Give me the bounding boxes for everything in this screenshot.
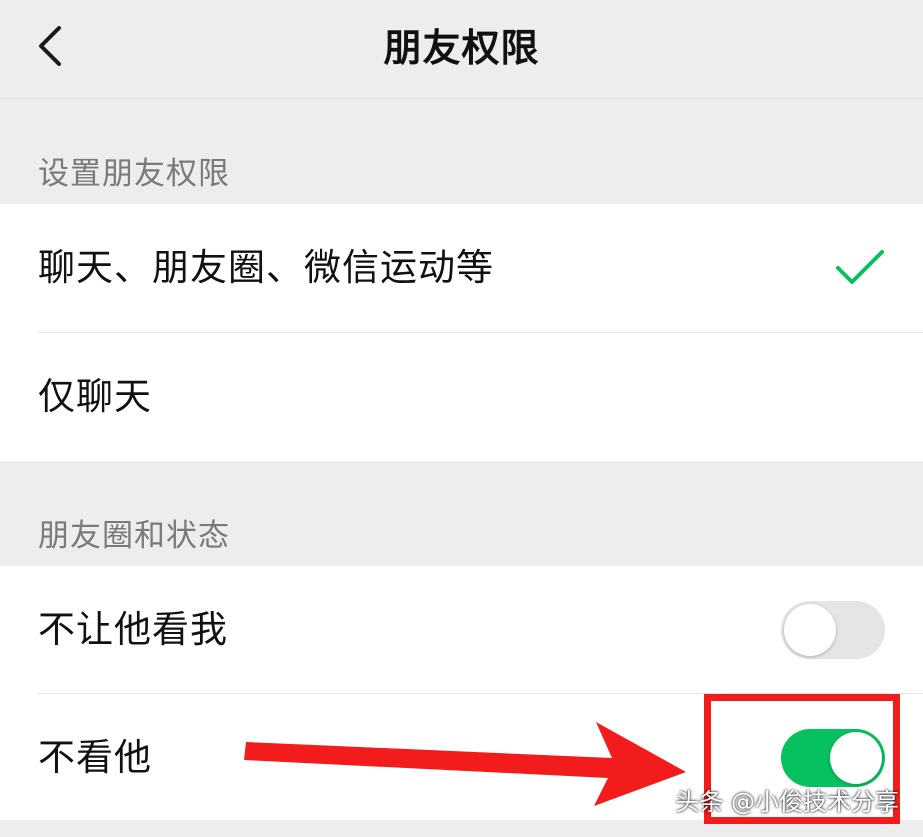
checkmark-icon — [836, 250, 884, 284]
option-chat-moments-werun[interactable]: 聊天、朋友圈、微信运动等 — [0, 204, 923, 332]
option-chat-only[interactable]: 仅聊天 — [0, 333, 923, 461]
navigation-bar: 朋友权限 — [0, 0, 923, 99]
hide-his-moments-switch[interactable] — [781, 729, 885, 787]
page-title: 朋友权限 — [383, 26, 540, 70]
switch-knob — [784, 604, 836, 656]
toggle-label: 不让他看我 — [38, 608, 228, 651]
toggle-row-hide-my-moments: 不让他看我 — [0, 566, 923, 694]
hide-my-moments-switch[interactable] — [781, 601, 885, 659]
bottom-background — [0, 820, 923, 837]
friend-permissions-screen: 朋友权限 设置朋友权限 聊天、朋友圈、微信运动等 仅聊天 朋友圈和状态 不让他看… — [0, 0, 923, 837]
toggle-row-hide-his-moments: 不看他 — [0, 694, 923, 822]
option-label: 聊天、朋友圈、微信运动等 — [38, 246, 494, 289]
section-header-moments: 朋友圈和状态 — [38, 518, 230, 554]
option-label: 仅聊天 — [38, 375, 152, 418]
moments-toggles-group: 不让他看我 不看他 — [0, 566, 923, 821]
permission-options-group: 聊天、朋友圈、微信运动等 仅聊天 — [0, 204, 923, 461]
switch-knob — [830, 732, 882, 784]
toggle-label: 不看他 — [38, 736, 152, 779]
section-header-permissions: 设置朋友权限 — [38, 156, 230, 192]
